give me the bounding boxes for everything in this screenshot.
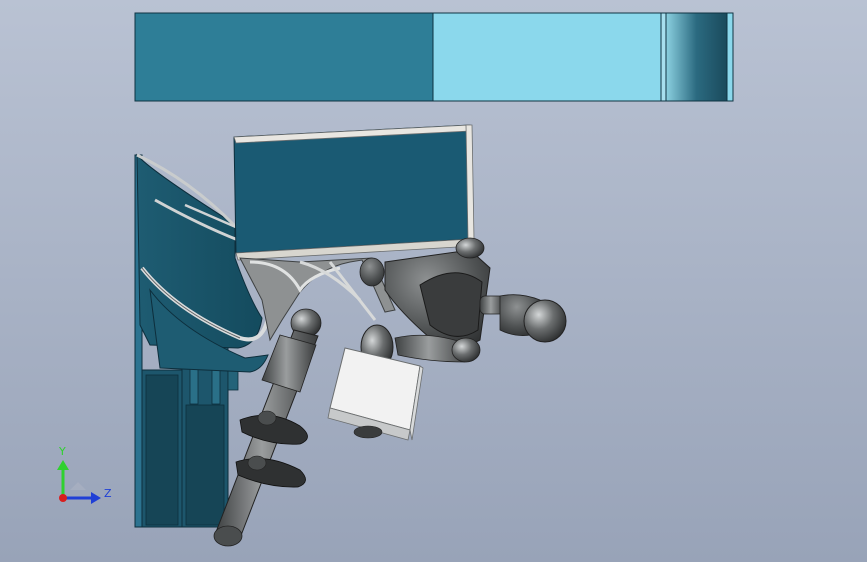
y-axis-arrow [57,460,69,470]
block-foot [353,425,383,439]
shaft-tip [213,525,243,547]
left-frame-channel-a-inner [145,374,179,526]
upper-joint [455,237,485,259]
top-panel[interactable] [134,12,734,102]
center-panel[interactable] [233,124,475,261]
handle-knob[interactable] [523,299,567,343]
z-axis-arrow [91,492,101,504]
z-axis-label: Z [104,487,112,500]
flight-boss-upper [257,410,277,426]
pivot-joint [359,257,385,287]
x-axis-dot [59,494,67,502]
cad-viewport[interactable]: Y Z [0,0,867,562]
left-frame-channel-b-inner [185,404,225,526]
center-panel-face [233,124,473,254]
y-axis-label: Y [58,445,66,458]
lower-joint [451,337,481,363]
flight-boss-lower [247,455,267,471]
top-panel-divider [660,12,667,102]
triad-plane-marker [70,482,86,490]
white-block[interactable] [327,347,424,441]
shaft-collar [261,334,317,393]
model-view[interactable]: Y Z [0,0,867,562]
axis-triad: Y Z [57,445,112,504]
top-panel-dark-section [134,12,434,102]
top-panel-light-section [432,12,662,102]
top-panel-end-section [665,12,728,102]
top-panel-end-cap [726,12,734,102]
